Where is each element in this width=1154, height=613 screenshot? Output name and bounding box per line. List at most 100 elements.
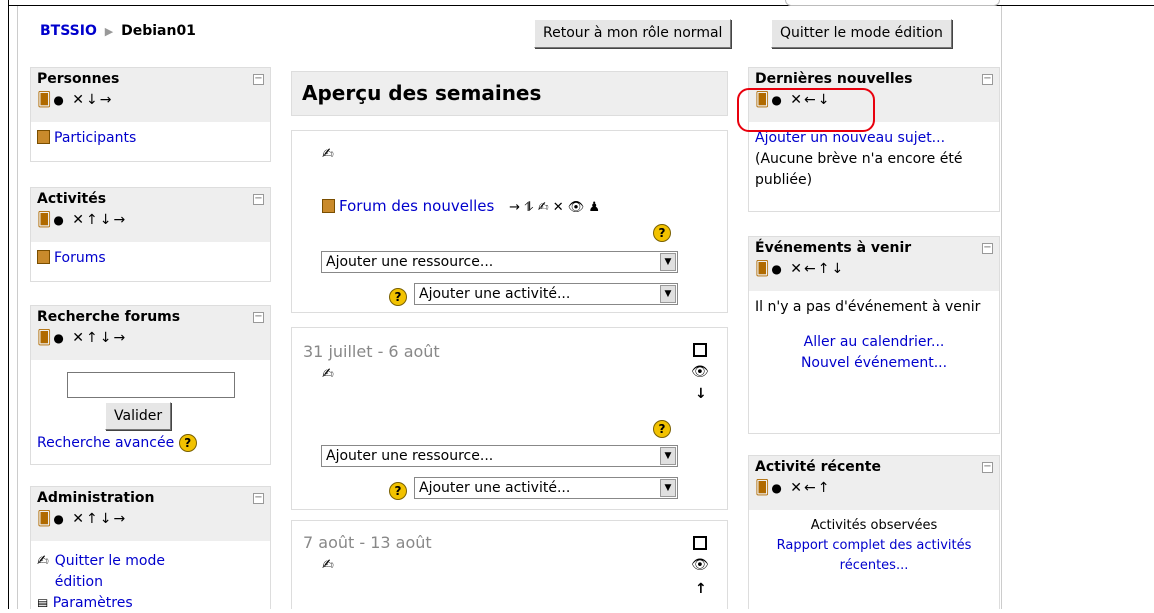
- add-activity-value: Ajouter une activité...: [419, 480, 571, 496]
- collapse-icon[interactable]: −: [253, 493, 264, 504]
- add-resource-select[interactable]: Ajouter une ressource... ▼: [321, 251, 678, 273]
- admin-settings-item: ▤ Paramètres: [37, 593, 264, 607]
- add-activity-select[interactable]: Ajouter une activité... ▼: [414, 477, 678, 499]
- breadcrumb-current: Debian01: [121, 23, 196, 39]
- eye-icon[interactable]: 👁: [691, 557, 709, 573]
- section-week-2: 7 août - 13 août ✍ 👁 ↑: [291, 520, 728, 609]
- collapse-icon[interactable]: −: [982, 74, 993, 85]
- block-title: Administration: [37, 490, 155, 506]
- chevron-down-icon: ▼: [660, 285, 676, 303]
- move-controls[interactable]: ✕↑↓→: [72, 511, 127, 527]
- block-controls: 🂠● ✕↑↓→: [37, 330, 264, 346]
- collapse-icon[interactable]: −: [253, 312, 264, 323]
- people-icon[interactable]: 🂠: [755, 480, 771, 496]
- pencil-icon: ✍: [37, 553, 49, 569]
- forum-icon: [322, 199, 335, 213]
- highlight-week-icon[interactable]: [693, 343, 707, 357]
- no-events-text: Il n'y a pas d'événement à venir: [755, 299, 981, 315]
- event-links: Aller au calendrier... Nouvel événement.…: [755, 332, 993, 374]
- highlight-week-icon[interactable]: [693, 536, 707, 550]
- block-activites: Activités − 🂠● ✕↑↓→ Forums: [30, 187, 271, 282]
- add-resource-value: Ajouter une ressource...: [326, 448, 494, 464]
- block-title: Événements à venir: [755, 240, 912, 256]
- forums-link[interactable]: Forums: [54, 250, 106, 266]
- block-title: Recherche forums: [37, 309, 181, 325]
- block-controls: 🂠● ✕←↑↓: [755, 261, 993, 277]
- collapse-icon[interactable]: −: [253, 194, 264, 205]
- people-icon[interactable]: 🂠: [755, 261, 771, 277]
- arrow-down-icon[interactable]: ↓: [695, 386, 707, 402]
- block-title: Activité récente: [755, 459, 881, 475]
- breadcrumb-separator-icon: ▶: [104, 25, 114, 38]
- block-controls: 🂠● ✕↑↓→: [37, 511, 264, 527]
- eye-icon[interactable]: ●: [771, 262, 783, 276]
- forum-search-input[interactable]: [67, 372, 235, 398]
- block-header: Activités − 🂠● ✕↑↓→: [31, 188, 270, 242]
- block-header: Personnes − 🂠● ✕↓→: [31, 68, 270, 122]
- advanced-search-link[interactable]: Recherche avancée: [37, 435, 174, 451]
- people-icon[interactable]: 🂠: [37, 212, 53, 228]
- eye-icon[interactable]: ●: [53, 512, 65, 526]
- help-icon[interactable]: ?: [178, 434, 197, 452]
- move-controls[interactable]: ✕↓→: [72, 92, 113, 108]
- people-icon[interactable]: 🂠: [37, 92, 53, 108]
- block-administration: Administration − 🂠● ✕↑↓→ ✍ Quitter le mo…: [30, 486, 271, 609]
- help-icon[interactable]: ?: [653, 420, 671, 438]
- block-header: Activité récente − 🂠● ✕←↑: [749, 456, 999, 510]
- add-news-link[interactable]: Ajouter un nouveau sujet...: [755, 130, 945, 146]
- participants-link[interactable]: Participants: [54, 130, 136, 146]
- recent-activity-text: Activités observées: [810, 518, 938, 533]
- block-body: Activités observées Rapport complet des …: [749, 510, 999, 582]
- edit-summary-icon[interactable]: ✍: [322, 146, 334, 162]
- eye-icon[interactable]: 👁: [691, 364, 709, 380]
- arrow-up-icon[interactable]: ↑: [695, 581, 707, 597]
- help-icon[interactable]: ?: [389, 482, 407, 500]
- people-icon[interactable]: 🂠: [37, 511, 53, 527]
- edit-summary-icon[interactable]: ✍: [322, 366, 334, 382]
- quit-edit-link[interactable]: Quitter le mode édition: [55, 551, 205, 593]
- edit-summary-icon[interactable]: ✍: [322, 557, 334, 573]
- move-controls[interactable]: ✕↑↓→: [72, 330, 127, 346]
- move-controls[interactable]: ✕←↑: [790, 480, 831, 496]
- exit-edit-mode-button[interactable]: Quitter le mode édition: [771, 19, 952, 48]
- eye-icon[interactable]: ●: [53, 331, 65, 345]
- block-body: Ajouter un nouveau sujet... (Aucune brèv…: [749, 122, 999, 197]
- block-controls: 🂠● ✕↑↓→: [37, 212, 264, 228]
- week-dates: 7 août - 13 août: [303, 533, 432, 552]
- breadcrumb-root[interactable]: BTSSIO: [40, 23, 97, 39]
- people-icon[interactable]: 🂠: [37, 330, 53, 346]
- chevron-down-icon: ▼: [660, 479, 676, 497]
- collapse-icon[interactable]: −: [253, 74, 264, 85]
- settings-link[interactable]: Paramètres: [53, 595, 133, 607]
- help-icon[interactable]: ?: [653, 224, 671, 242]
- collapse-icon[interactable]: −: [982, 462, 993, 473]
- block-controls: 🂠● ✕←↑: [755, 480, 993, 496]
- block-body: Participants: [31, 122, 270, 155]
- eye-icon[interactable]: ●: [53, 213, 65, 227]
- help-icon[interactable]: ?: [389, 288, 407, 306]
- add-activity-select[interactable]: Ajouter une activité... ▼: [414, 283, 678, 305]
- block-header: Événements à venir − 🂠● ✕←↑↓: [749, 237, 999, 291]
- highlight-annotation: [737, 88, 875, 132]
- block-body: Forums: [31, 242, 270, 275]
- block-title: Personnes: [37, 71, 120, 87]
- add-resource-select[interactable]: Ajouter une ressource... ▼: [321, 445, 678, 467]
- role-return-button[interactable]: Retour à mon rôle normal: [534, 19, 732, 48]
- new-event-link[interactable]: Nouvel événement...: [801, 355, 947, 371]
- recent-report-link[interactable]: Rapport complet des activités récentes..…: [777, 538, 972, 573]
- search-submit-button[interactable]: Valider: [105, 402, 172, 430]
- advanced-search: Recherche avancée ?: [37, 434, 197, 452]
- settings-icon: ▤: [37, 596, 49, 607]
- move-controls[interactable]: ✕↑↓→: [72, 212, 127, 228]
- forum-link[interactable]: Forum des nouvelles: [339, 197, 494, 215]
- eye-icon[interactable]: ●: [53, 93, 65, 107]
- move-controls[interactable]: ✕←↑↓: [790, 261, 845, 277]
- calendar-link[interactable]: Aller au calendrier...: [804, 334, 945, 350]
- collapse-icon[interactable]: −: [982, 243, 993, 254]
- block-header: Recherche forums − 🂠● ✕↑↓→: [31, 306, 270, 360]
- block-title: Dernières nouvelles: [755, 71, 913, 87]
- add-resource-value: Ajouter une ressource...: [326, 254, 494, 270]
- block-recherche-forums: Recherche forums − 🂠● ✕↑↓→ Valider Reche…: [30, 305, 271, 465]
- forum-controls[interactable]: → ⥮ ✍ ✕ 👁 ♟: [509, 200, 600, 215]
- eye-icon[interactable]: ●: [771, 481, 783, 495]
